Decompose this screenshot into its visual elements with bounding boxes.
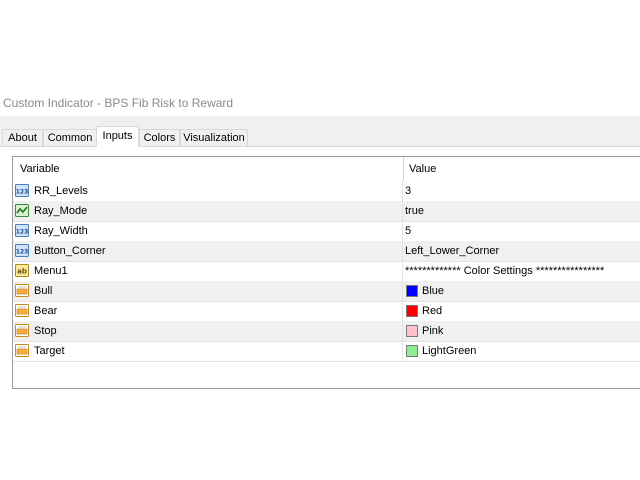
column-header-variable[interactable]: Variable (13, 157, 403, 181)
variable-value[interactable]: 5 (405, 221, 411, 241)
color-palette-icon (15, 324, 29, 337)
variable-name: Bull (34, 285, 53, 297)
variable-name: RR_Levels (34, 185, 88, 197)
variable-value[interactable]: 3 (405, 181, 411, 201)
table-row-ray-width[interactable]: 123 Ray_Width 5 (13, 221, 640, 242)
variable-name: Ray_Mode (34, 205, 88, 217)
cell-divider (402, 221, 403, 241)
color-swatch[interactable] (406, 345, 418, 357)
variable-value[interactable]: Blue (422, 281, 444, 301)
tab-about[interactable]: About (2, 129, 43, 146)
color-swatch[interactable] (406, 325, 418, 337)
cell-divider (402, 341, 403, 361)
table-row-menu1[interactable]: ab Menu1 ************* Color Settings ****… (13, 261, 640, 282)
variable-value[interactable]: ************* Color Settings ***********… (405, 261, 604, 281)
table-row-target[interactable]: Target LightGreen (13, 341, 640, 362)
table-row-button-corner[interactable]: 123 Button_Corner Left_Lower_Corner (13, 241, 640, 262)
variable-name: Button_Corner (34, 245, 106, 257)
table-row-stop[interactable]: Stop Pink (13, 321, 640, 342)
tab-inputs[interactable]: Inputs (96, 126, 139, 147)
enum-123-icon: 123 (15, 244, 29, 257)
dialog-title: Custom Indicator - BPS Fib Risk to Rewar… (3, 96, 234, 110)
string-ab-icon: ab (15, 264, 29, 277)
table-row-bull[interactable]: Bull Blue (13, 281, 640, 302)
integer-123-icon: 123 (15, 224, 29, 237)
variable-value[interactable]: Red (422, 301, 442, 321)
tab-colors[interactable]: Colors (139, 129, 180, 146)
cell-divider (402, 301, 403, 321)
variable-name: Target (34, 345, 65, 357)
variable-value[interactable]: Left_Lower_Corner (405, 241, 499, 261)
svg-text:123: 123 (16, 249, 29, 256)
column-header-value[interactable]: Value (404, 157, 640, 181)
cell-divider (402, 181, 403, 201)
cell-divider (402, 241, 403, 261)
variable-name: Stop (34, 325, 57, 337)
color-palette-icon (15, 344, 29, 357)
svg-text:123: 123 (16, 229, 29, 236)
svg-text:123: 123 (16, 189, 29, 196)
table-row-ray-mode[interactable]: Ray_Mode true (13, 201, 640, 222)
row-divider (13, 361, 640, 362)
cell-divider (402, 201, 403, 221)
table-row-bear[interactable]: Bear Red (13, 301, 640, 322)
table-row-rr-levels[interactable]: 123 RR_Levels 3 (13, 181, 640, 202)
variable-name: Bear (34, 305, 58, 317)
svg-text:ab: ab (17, 268, 27, 276)
tab-visualization[interactable]: Visualization (180, 129, 248, 146)
cell-divider (402, 321, 403, 341)
tab-common[interactable]: Common (43, 129, 97, 146)
variable-value[interactable]: true (405, 201, 424, 221)
boolean-line-icon (15, 204, 29, 217)
variable-name: Menu1 (34, 265, 68, 277)
color-palette-icon (15, 304, 29, 317)
variable-name: Ray_Width (34, 225, 88, 237)
color-swatch[interactable] (406, 285, 418, 297)
color-palette-icon (15, 284, 29, 297)
cell-divider (402, 281, 403, 301)
cell-divider (402, 261, 403, 281)
variable-value[interactable]: Pink (422, 321, 443, 341)
color-swatch[interactable] (406, 305, 418, 317)
integer-123-icon: 123 (15, 184, 29, 197)
variable-value[interactable]: LightGreen (422, 341, 476, 361)
